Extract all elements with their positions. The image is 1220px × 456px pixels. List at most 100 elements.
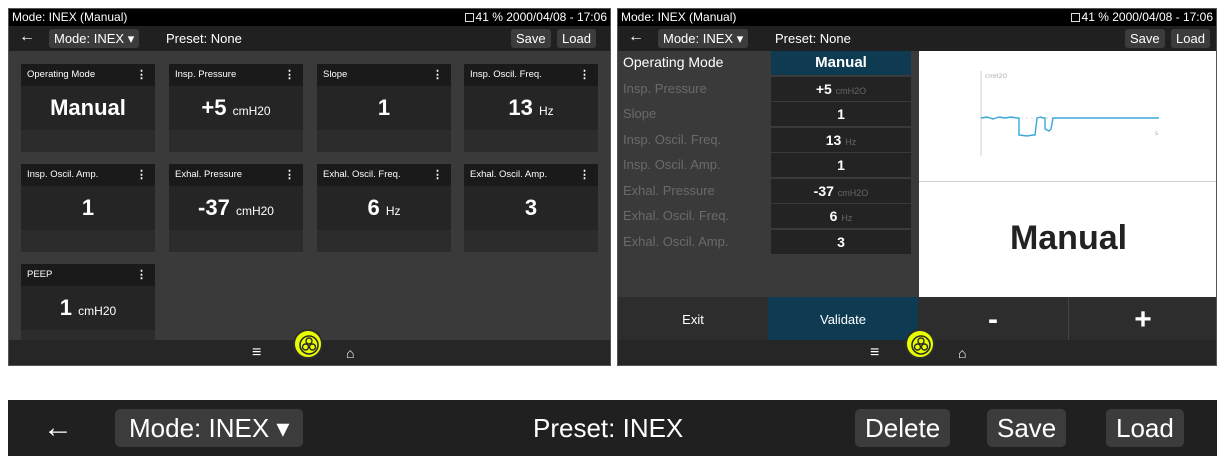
kebab-menu-icon[interactable]: ⋮ [432,64,443,86]
param-label: Insp. Oscil. Freq. [623,131,722,147]
tile-value: 1 [59,295,73,320]
mode-dropdown[interactable]: Mode: INEX ▾ [115,409,304,447]
toolbar: ← Mode: INEX ▾ Preset: None Save Load [618,26,1216,51]
param-value: 6 Hz [771,204,911,228]
param-label: Insp. Oscil. Amp. [623,157,721,172]
battery-level: 41 % [475,10,503,24]
param-row-exhal-pressure[interactable]: Exhal. Pressure -37 cmH2O [618,178,918,205]
tile-slope[interactable]: Slope ⋮ 1 [317,64,451,152]
tile-label: Insp. Pressure [175,69,237,80]
waveform-line [980,116,1159,137]
load-button[interactable]: Load [557,29,596,48]
save-button[interactable]: Save [1125,29,1165,48]
tile-label: Insp. Oscil. Freq. [470,69,542,80]
ventilator-screen-edit: Mode: INEX (Manual) 41 % 2000/04/08 - 17… [617,8,1217,366]
tile-unit: cmH20 [78,304,117,318]
param-row-slope[interactable]: Slope 1 [618,102,918,128]
param-row-exhal-oscil-amp[interactable]: Exhal. Oscil. Amp. 3 [618,229,918,256]
decrement-button[interactable]: - [918,297,1068,342]
tile-value: 1 [377,95,391,120]
tile-label: Exhal. Oscil. Freq. [323,169,401,180]
kebab-menu-icon[interactable]: ⋮ [284,164,295,186]
tile-insp-oscil-freq[interactable]: Insp. Oscil. Freq. ⋮ 13 Hz [464,64,598,152]
param-value: 1 [771,153,911,177]
pressure-waveform-preview: cmH2O s [980,71,1159,156]
kebab-menu-icon[interactable]: ⋮ [136,264,147,286]
preset-label: Preset: None [166,31,242,46]
increment-button[interactable]: + [1068,297,1216,342]
home-icon[interactable]: ⌂ [346,344,354,363]
tile-value: -37 [198,195,230,220]
tile-operating-mode[interactable]: Operating Mode ⋮ Manual [21,64,155,152]
kebab-menu-icon[interactable]: ⋮ [136,64,147,86]
status-mode: Mode: INEX (Manual) [12,10,128,24]
param-label: Insp. Pressure [623,80,707,96]
kebab-menu-icon[interactable]: ⋮ [136,164,147,186]
tile-label: Exhal. Oscil. Amp. [470,169,548,180]
save-button[interactable]: Save [511,29,551,48]
param-row-operating-mode[interactable]: Operating Mode Manual [618,51,918,77]
tile-insp-pressure[interactable]: Insp. Pressure ⋮ +5 cmH20 [169,64,303,152]
back-arrow-icon[interactable]: ← [628,28,644,46]
tile-value: 13 [508,95,533,120]
preset-toolbar-zoomed: ← Mode: INEX ▾ Preset: INEX Delete Save … [8,400,1217,456]
tile-exhal-oscil-amp[interactable]: Exhal. Oscil. Amp. ⋮ 3 [464,164,598,252]
battery-level: 41 % [1081,10,1109,24]
param-value: 3 [771,229,911,254]
exit-button[interactable]: Exit [618,297,768,342]
kebab-menu-icon[interactable]: ⋮ [579,164,590,186]
kebab-menu-icon[interactable]: ⋮ [284,64,295,86]
tile-unit: cmH20 [235,204,274,218]
param-label: Exhal. Oscil. Amp. [623,233,729,249]
param-row-insp-pressure[interactable]: Insp. Pressure +5 cmH2O [618,76,918,103]
home-icon[interactable]: ⌂ [958,344,966,363]
param-label: Exhal. Pressure [623,182,715,198]
save-button[interactable]: Save [987,409,1067,447]
tile-exhal-pressure[interactable]: Exhal. Pressure ⋮ -37 cmH20 [169,164,303,252]
back-arrow-icon[interactable]: ← [43,410,73,446]
kebab-menu-icon[interactable]: ⋮ [579,64,590,86]
tile-value: Manual [50,95,126,120]
param-row-exhal-oscil-freq[interactable]: Exhal. Oscil. Freq. 6 Hz [618,204,918,230]
status-bar: Mode: INEX (Manual) 41 % 2000/04/08 - 17… [618,9,1216,26]
tile-label: PEEP [27,269,53,280]
menu-icon[interactable]: ≡ [252,343,261,362]
mode-dropdown[interactable]: Mode: INEX ▾ [49,29,140,48]
param-value: +5 cmH2O [771,76,911,101]
tile-value: 3 [524,195,538,220]
menu-icon[interactable]: ≡ [870,343,879,362]
battery-icon [1070,13,1080,22]
tile-label: Slope [323,69,348,80]
tile-insp-oscil-amp[interactable]: Insp. Oscil. Amp. ⋮ 1 [21,164,155,252]
delete-button[interactable]: Delete [855,409,951,447]
load-button[interactable]: Load [1106,409,1184,447]
ventilation-status-icon[interactable] [293,329,323,359]
param-label: Exhal. Oscil. Freq. [623,208,730,223]
preset-label: Preset: INEX [533,413,684,443]
selected-value-display: Manual [1009,219,1128,257]
kebab-menu-icon[interactable]: ⋮ [432,164,443,186]
battery-icon [464,13,474,22]
tile-label: Insp. Oscil. Amp. [27,169,99,180]
tile-value: 1 [81,195,95,220]
param-value: -37 cmH2O [771,178,911,203]
param-label: Operating Mode [623,54,724,70]
tile-peep[interactable]: PEEP ⋮ 1 cmH20 [21,264,155,352]
mode-dropdown[interactable]: Mode: INEX ▾ [658,29,749,48]
param-value: 1 [771,102,911,126]
param-row-insp-oscil-amp[interactable]: Insp. Oscil. Amp. 1 [618,153,918,179]
ventilation-status-icon[interactable] [905,329,935,359]
param-value: Manual [771,51,911,75]
toolbar: ← Mode: INEX ▾ Preset: None Save Load [9,26,610,51]
tile-label: Exhal. Pressure [175,169,243,180]
tile-label: Operating Mode [27,69,96,80]
validate-button[interactable]: Validate [768,297,918,342]
parameter-list: Operating Mode Manual Insp. Pressure +5 … [618,51,918,255]
back-arrow-icon[interactable]: ← [19,28,35,46]
tile-value: 6 [367,195,380,220]
status-mode: Mode: INEX (Manual) [621,10,737,24]
param-row-insp-oscil-freq[interactable]: Insp. Oscil. Freq. 13 Hz [618,127,918,154]
tile-exhal-oscil-freq[interactable]: Exhal. Oscil. Freq. ⋮ 6 Hz [317,164,451,252]
load-button[interactable]: Load [1171,29,1210,48]
tile-value: +5 [201,95,227,120]
